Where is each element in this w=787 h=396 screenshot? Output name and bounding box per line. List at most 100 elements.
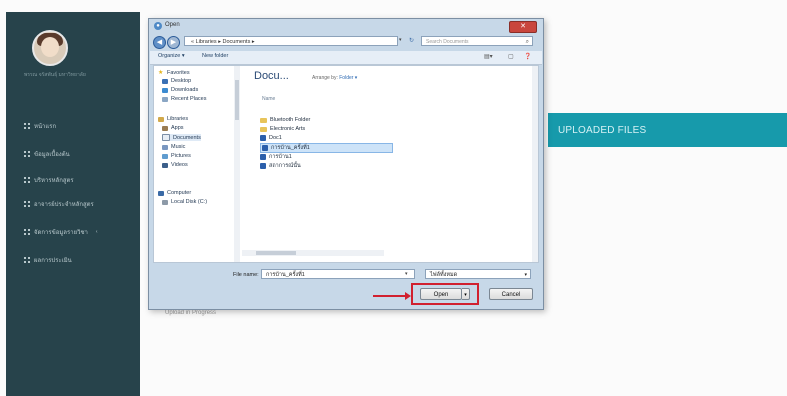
sidebar-item-label: ผลการประเมิน xyxy=(34,258,72,264)
file-item[interactable]: Electronic Arts xyxy=(260,125,305,133)
chevron-down-icon[interactable]: ▾ xyxy=(399,37,402,43)
cancel-button[interactable]: Cancel xyxy=(489,288,533,300)
arrange-by[interactable]: Arrange by: Folder ▾ xyxy=(312,75,357,81)
nav-downloads[interactable]: Downloads xyxy=(162,87,198,93)
nav-favorites[interactable]: ★ Favorites xyxy=(158,69,190,77)
grid-icon xyxy=(24,177,30,183)
nav-pictures[interactable]: Pictures xyxy=(162,153,191,159)
chrome-icon: ● xyxy=(154,22,162,30)
dialog-navbar: ◀ ▶ « Libraries ▸ Documents ▸ ▾ ↻ Search… xyxy=(153,35,539,49)
sidebar-item-label: ข้อมูลเบื้องต้น xyxy=(34,152,70,158)
file-type-value: ไฟล์ทั้งหมด xyxy=(430,272,458,278)
chevron-down-icon[interactable]: ▾ xyxy=(405,271,408,277)
sidebar-item-basic-info[interactable]: ข้อมูลเบื้องต้น xyxy=(24,149,70,159)
file-name: การบ้าน1 xyxy=(269,154,292,160)
file-name: Doc1 xyxy=(269,135,282,141)
file-name-input[interactable]: การบ้าน_ครั้งที่1 xyxy=(261,269,415,279)
nav-videos[interactable]: Videos xyxy=(162,162,188,168)
word-doc-icon xyxy=(260,154,266,160)
nav-scrollbar[interactable] xyxy=(234,66,240,262)
sidebar-item-label: บริหารหลักสูตร xyxy=(34,178,74,184)
nav-label: Apps xyxy=(171,125,184,131)
word-doc-icon xyxy=(262,145,268,151)
nav-music[interactable]: Music xyxy=(162,144,185,150)
nav-label: Libraries xyxy=(167,116,189,122)
upload-progress-label: Upload in Progress xyxy=(165,310,217,316)
sidebar-item-instructors[interactable]: อาจารย์ประจำหลักสูตร xyxy=(24,199,94,209)
back-arrow-icon[interactable]: ◀ xyxy=(153,36,166,49)
nav-libraries[interactable]: Libraries xyxy=(158,116,188,122)
nav-recent-places[interactable]: Recent Places xyxy=(162,96,206,102)
sidebar-item-courses[interactable]: จัดการข้อมูลรายวิชา ‹ xyxy=(24,227,98,237)
avatar[interactable] xyxy=(32,30,68,66)
file-item[interactable]: สถาการณ์นั้น xyxy=(260,162,301,170)
forward-arrow-icon[interactable]: ▶ xyxy=(167,36,180,49)
preview-pane-icon[interactable]: ▢ xyxy=(508,53,514,60)
downloads-icon xyxy=(162,87,168,93)
refresh-icon[interactable]: ↻ xyxy=(409,37,414,44)
word-doc-icon xyxy=(260,135,266,141)
annotation-arrow xyxy=(373,295,409,297)
nav-label: Recent Places xyxy=(171,96,207,102)
file-name: การบ้าน_ครั้งที่1 xyxy=(271,145,310,151)
file-list-scrollbar[interactable] xyxy=(532,66,538,262)
sidebar-item-home[interactable]: หน้าแรก xyxy=(24,121,56,131)
file-name: Bluetooth Folder xyxy=(270,117,311,123)
nav-label: Favorites xyxy=(167,69,190,76)
user-name: พรรณ จรัสพันธุ์ มหาวิทยาลัย xyxy=(24,72,86,78)
navigation-pane: ★ Favorites Desktop Downloads Recent Plac… xyxy=(154,66,235,262)
sidebar-item-evaluation[interactable]: ผลการประเมิน xyxy=(24,255,72,265)
sidebar-item-label: หน้าแรก xyxy=(34,124,57,130)
file-name: Electronic Arts xyxy=(270,126,306,132)
open-file-dialog: ● Open ✕ ◀ ▶ « Libraries ▸ Documents ▸ ▾… xyxy=(148,18,544,310)
search-input[interactable]: Search Documents ⌕ xyxy=(421,36,533,46)
organize-button[interactable]: Organize ▾ xyxy=(158,53,185,59)
nav-label: Local Disk (C:) xyxy=(171,199,208,205)
dialog-toolbar: Organize ▾ New folder ▤▾ ▢ ❓ xyxy=(150,51,542,65)
grid-icon xyxy=(24,151,30,157)
nav-label: Music xyxy=(171,144,186,150)
sidebar-item-curriculum[interactable]: บริหารหลักสูตร xyxy=(24,175,74,185)
nav-label: Desktop xyxy=(171,78,192,84)
file-type-select[interactable]: ไฟล์ทั้งหมด ▾ xyxy=(425,269,531,279)
nav-desktop[interactable]: Desktop xyxy=(162,78,191,84)
nav-documents[interactable]: Documents xyxy=(162,134,201,141)
apps-icon xyxy=(162,125,168,131)
file-name-label: File name: xyxy=(233,272,259,278)
address-bar[interactable]: « Libraries ▸ Documents ▸ xyxy=(184,36,398,46)
open-button[interactable]: Open xyxy=(420,288,462,300)
sidebar: พรรณ จรัสพันธุ์ มหาวิทยาลัย หน้าแรก ข้อม… xyxy=(6,12,140,396)
open-split-dropdown[interactable]: ▾ xyxy=(462,288,470,300)
file-item[interactable]: Doc1 xyxy=(260,134,282,142)
help-icon[interactable]: ❓ xyxy=(524,53,531,60)
new-folder-button[interactable]: New folder xyxy=(202,53,228,59)
grid-icon xyxy=(24,229,30,235)
view-options-icon[interactable]: ▤▾ xyxy=(484,53,493,60)
chevron-left-icon: ‹ xyxy=(95,229,98,235)
file-item[interactable]: Bluetooth Folder xyxy=(260,116,310,124)
file-item-selected[interactable]: การบ้าน_ครั้งที่1 xyxy=(260,143,393,153)
library-heading: Docu... xyxy=(254,70,289,82)
dialog-titlebar[interactable]: ● Open ✕ xyxy=(149,19,543,33)
libraries-icon xyxy=(158,116,164,122)
nav-label: Documents xyxy=(173,134,201,141)
arrange-by-value[interactable]: Folder ▾ xyxy=(339,75,357,81)
grid-icon xyxy=(24,201,30,207)
dialog-content: ★ Favorites Desktop Downloads Recent Plac… xyxy=(153,65,539,263)
grid-icon xyxy=(24,123,30,129)
column-header-name[interactable]: Name xyxy=(262,96,275,102)
documents-icon xyxy=(162,134,170,141)
dialog-title: Open xyxy=(165,22,180,28)
nav-apps[interactable]: Apps xyxy=(162,125,184,131)
horizontal-scrollbar[interactable] xyxy=(242,250,384,256)
computer-icon xyxy=(158,190,164,196)
nav-computer[interactable]: Computer xyxy=(158,190,191,196)
file-item[interactable]: การบ้าน1 xyxy=(260,153,292,161)
nav-local-disk[interactable]: Local Disk (C:) xyxy=(162,199,207,205)
file-name: สถาการณ์นั้น xyxy=(269,163,301,169)
nav-label: Videos xyxy=(171,162,188,168)
close-button[interactable]: ✕ xyxy=(509,21,537,33)
nav-label: Pictures xyxy=(171,153,191,159)
videos-icon xyxy=(162,162,168,168)
sidebar-item-label: จัดการข้อมูลรายวิชา xyxy=(34,230,88,236)
